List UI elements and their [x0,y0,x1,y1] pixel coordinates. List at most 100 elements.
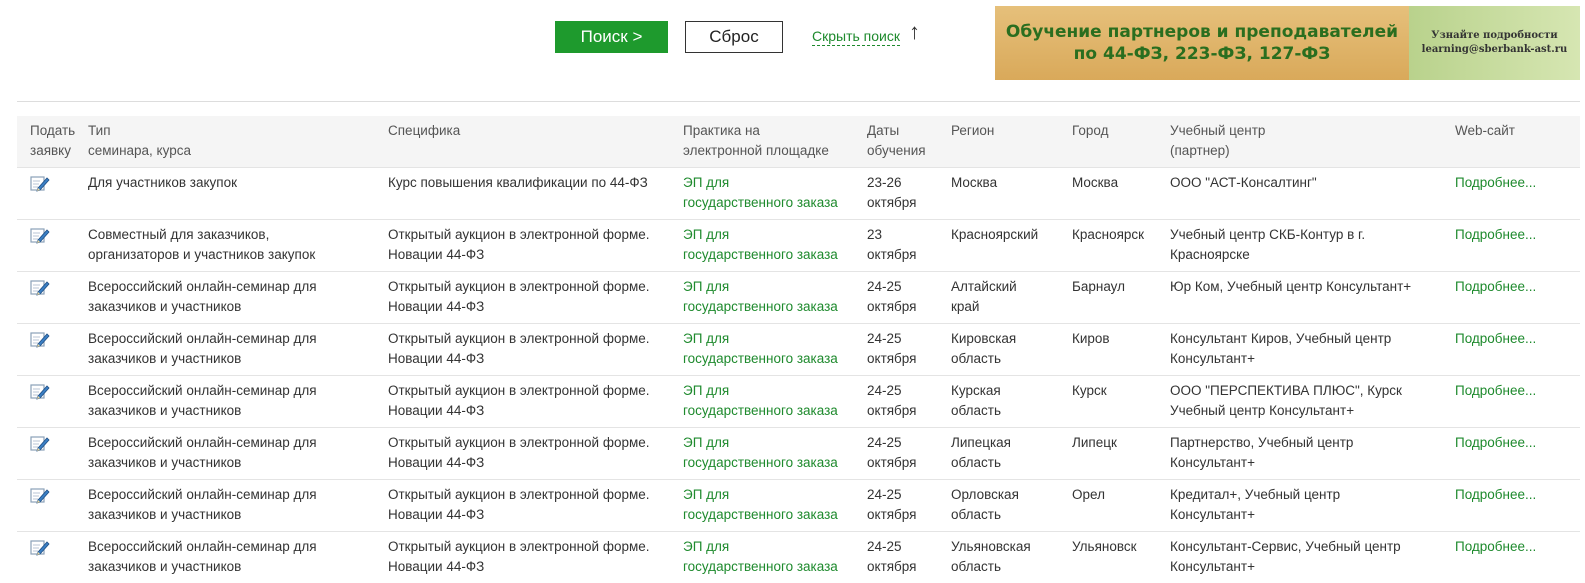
center-cell: Кредитал+, Учебный центрКонсультант+ [1170,480,1455,532]
web-cell: Подробнее... [1455,220,1580,272]
more-details-link[interactable]: Подробнее... [1455,487,1536,502]
type-cell: Всероссийский онлайн-семинар длязаказчик… [88,428,388,480]
type-cell: Всероссийский онлайн-семинар длязаказчик… [88,376,388,428]
table-row: Всероссийский онлайн-семинар длязаказчик… [17,272,1580,324]
spec-cell: Открытый аукцион в электронной форме.Нов… [388,376,683,428]
region-cell: Красноярский [951,220,1072,272]
edit-pencil-icon[interactable] [30,331,50,354]
column-header-practice: Практика наэлектронной площадке [683,116,867,168]
type-cell: Всероссийский онлайн-семинар длязаказчик… [88,324,388,376]
practice-link[interactable]: ЭП длягосударственного заказа [683,175,838,210]
apply-cell [17,272,88,324]
web-cell: Подробнее... [1455,376,1580,428]
city-cell: Липецк [1072,428,1170,480]
divider [17,101,1580,102]
edit-pencil-icon[interactable] [30,487,50,510]
banner-email: learning@sberbank-ast.ru [1422,43,1568,57]
center-cell: Партнерство, Учебный центрКонсультант+ [1170,428,1455,480]
dates-cell: 24-25октября [867,376,951,428]
edit-pencil-icon[interactable] [30,175,50,198]
dates-cell: 24-25октября [867,532,951,583]
training-banner[interactable]: Обучение партнеров и преподавателей по 4… [995,6,1580,80]
column-header-web: Web-сайт [1455,116,1580,168]
edit-pencil-icon[interactable] [30,383,50,406]
seminars-table: Податьзаявку Типсеминара, курса Специфик… [17,116,1580,583]
practice-cell: ЭП длягосударственного заказа [683,272,867,324]
web-cell: Подробнее... [1455,480,1580,532]
apply-cell [17,480,88,532]
type-cell: Для участников закупок [88,168,388,220]
practice-cell: ЭП длягосударственного заказа [683,532,867,583]
search-button[interactable]: Поиск > [555,21,668,53]
more-details-link[interactable]: Подробнее... [1455,435,1536,450]
dates-cell: 24-25октября [867,272,951,324]
apply-cell [17,324,88,376]
arrow-up-icon[interactable]: ↑ [909,19,920,45]
dates-cell: 23октября [867,220,951,272]
city-cell: Орел [1072,480,1170,532]
practice-cell: ЭП длягосударственного заказа [683,480,867,532]
table-row: Всероссийский онлайн-семинар длязаказчик… [17,376,1580,428]
practice-link[interactable]: ЭП длягосударственного заказа [683,331,838,366]
type-cell: Совместный для заказчиков,организаторов … [88,220,388,272]
column-header-city: Город [1072,116,1170,168]
spec-cell: Открытый аукцион в электронной форме.Нов… [388,324,683,376]
region-cell: Кировскаяобласть [951,324,1072,376]
edit-pencil-icon[interactable] [30,539,50,562]
column-header-apply: Податьзаявку [17,116,88,168]
spec-cell: Открытый аукцион в электронной форме.Нов… [388,428,683,480]
table-row: Совместный для заказчиков,организаторов … [17,220,1580,272]
practice-cell: ЭП длягосударственного заказа [683,376,867,428]
practice-link[interactable]: ЭП длягосударственного заказа [683,487,838,522]
center-cell: ООО "ПЕРСПЕКТИВА ПЛЮС", КурскУчебный цен… [1170,376,1455,428]
edit-pencil-icon[interactable] [30,435,50,458]
region-cell: Ульяновскаяобласть [951,532,1072,583]
type-cell: Всероссийский онлайн-семинар длязаказчик… [88,532,388,583]
center-cell: Консультант-Сервис, Учебный центрКонсуль… [1170,532,1455,583]
city-cell: Ульяновск [1072,532,1170,583]
reset-button[interactable]: Сброс [685,21,783,53]
practice-link[interactable]: ЭП длягосударственного заказа [683,227,838,262]
apply-cell [17,168,88,220]
city-cell: Красноярск [1072,220,1170,272]
apply-cell [17,532,88,583]
search-controls: Поиск > Сброс Скрыть поиск ↑ Обучение па… [0,0,1585,100]
apply-cell [17,428,88,480]
web-cell: Подробнее... [1455,168,1580,220]
region-cell: Курскаяобласть [951,376,1072,428]
edit-pencil-icon[interactable] [30,279,50,302]
more-details-link[interactable]: Подробнее... [1455,279,1536,294]
city-cell: Киров [1072,324,1170,376]
spec-cell: Открытый аукцион в электронной форме.Нов… [388,220,683,272]
banner-title-line2: по 44-ФЗ, 223-ФЗ, 127-ФЗ [1074,43,1331,65]
more-details-link[interactable]: Подробнее... [1455,383,1536,398]
type-cell: Всероссийский онлайн-семинар длязаказчик… [88,272,388,324]
center-cell: Консультант Киров, Учебный центрКонсульт… [1170,324,1455,376]
practice-cell: ЭП длягосударственного заказа [683,324,867,376]
practice-cell: ЭП длягосударственного заказа [683,220,867,272]
hide-search-link[interactable]: Скрыть поиск [812,27,900,46]
banner-main: Обучение партнеров и преподавателей по 4… [995,6,1409,80]
practice-link[interactable]: ЭП длягосударственного заказа [683,435,838,470]
region-cell: Москва [951,168,1072,220]
more-details-link[interactable]: Подробнее... [1455,227,1536,242]
table-row: Для участников закупокКурс повышения ква… [17,168,1580,220]
table-row: Всероссийский онлайн-семинар длязаказчик… [17,428,1580,480]
practice-cell: ЭП длягосударственного заказа [683,168,867,220]
practice-link[interactable]: ЭП длягосударственного заказа [683,539,838,574]
practice-link[interactable]: ЭП длягосударственного заказа [683,383,838,418]
table-header-row: Податьзаявку Типсеминара, курса Специфик… [17,116,1580,168]
edit-pencil-icon[interactable] [30,227,50,250]
dates-cell: 24-25октября [867,428,951,480]
more-details-link[interactable]: Подробнее... [1455,331,1536,346]
more-details-link[interactable]: Подробнее... [1455,539,1536,554]
apply-cell [17,220,88,272]
column-header-dates: Датыобучения [867,116,951,168]
table-row: Всероссийский онлайн-семинар длязаказчик… [17,324,1580,376]
region-cell: Алтайскийкрай [951,272,1072,324]
more-details-link[interactable]: Подробнее... [1455,175,1536,190]
column-header-region: Регион [951,116,1072,168]
center-cell: Юр Ком, Учебный центр Консультант+ [1170,272,1455,324]
column-header-spec: Специфика [388,116,683,168]
practice-link[interactable]: ЭП длягосударственного заказа [683,279,838,314]
